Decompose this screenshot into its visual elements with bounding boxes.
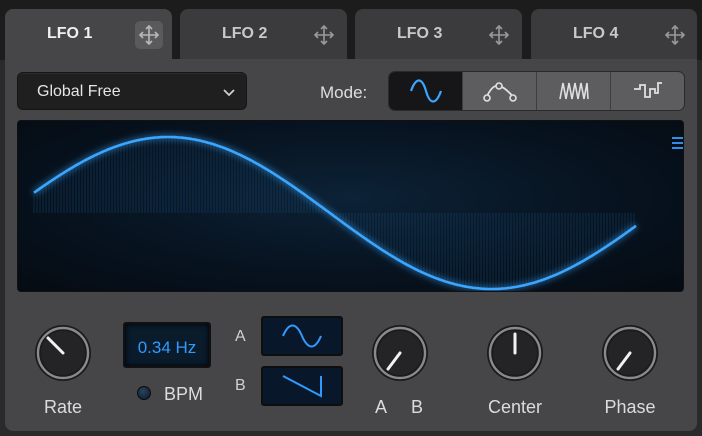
- step-icon: [633, 82, 662, 98]
- wave-a-letter: A: [235, 328, 246, 345]
- mode-step-button[interactable]: [610, 72, 684, 110]
- move-icon[interactable]: [485, 21, 513, 49]
- rate-knob[interactable]: [34, 324, 92, 387]
- rate-value-display[interactable]: 0.34 Hz: [123, 322, 211, 368]
- wave-a-selector[interactable]: [261, 316, 343, 356]
- mode-label: Mode:: [320, 83, 368, 102]
- mode-sequence-button[interactable]: [536, 72, 610, 110]
- wave-b-selector[interactable]: [261, 366, 343, 406]
- ab-label-a: A: [375, 397, 388, 417]
- phase-label: Phase: [604, 397, 656, 417]
- ab-label-b: B: [411, 397, 424, 417]
- move-icon[interactable]: [135, 21, 163, 49]
- curve-nodes-icon: [482, 82, 517, 102]
- rate-label: Rate: [43, 397, 83, 417]
- sine-wave-icon: [282, 324, 322, 348]
- center-label: Center: [487, 397, 543, 417]
- mode-sine-button[interactable]: [389, 72, 462, 110]
- tab-lfo-2[interactable]: LFO 2: [180, 9, 347, 60]
- tab-label: LFO 1: [47, 25, 93, 42]
- sync-mode-dropdown[interactable]: Global Free: [17, 72, 247, 110]
- bpm-toggle[interactable]: [137, 386, 151, 400]
- mode-curve-button[interactable]: [462, 72, 536, 110]
- lfo-tab-bar: LFO 1 LFO 2 LFO 3 LFO 4: [0, 0, 702, 60]
- move-icon[interactable]: [661, 21, 689, 49]
- sync-mode-value: Global Free: [37, 83, 121, 100]
- sine-wave-icon: [409, 79, 442, 103]
- bpm-label: BPM: [164, 384, 204, 404]
- waveform-fill: [33, 137, 635, 289]
- center-knob[interactable]: [486, 324, 544, 387]
- tab-lfo-1[interactable]: LFO 1: [5, 9, 172, 60]
- move-icon[interactable]: [310, 21, 338, 49]
- tab-label: LFO 4: [573, 25, 619, 42]
- wave-b-letter: B: [235, 377, 246, 394]
- rate-value: 0.34 Hz: [137, 338, 197, 357]
- tab-label: LFO 3: [397, 25, 443, 42]
- mode-selector: [388, 71, 685, 111]
- waveform-graph: [33, 135, 637, 291]
- chevron-down-icon: [222, 85, 236, 104]
- phase-knob[interactable]: [601, 324, 659, 387]
- ab-mix-knob[interactable]: [371, 324, 429, 387]
- tab-label: LFO 2: [222, 25, 268, 42]
- lfo-waveform-display[interactable]: [17, 120, 684, 292]
- sawtooth-icon: [282, 375, 322, 398]
- tab-lfo-3[interactable]: LFO 3: [355, 9, 522, 60]
- tab-lfo-4[interactable]: LFO 4: [531, 9, 697, 60]
- sawtooth-icon: [558, 82, 589, 100]
